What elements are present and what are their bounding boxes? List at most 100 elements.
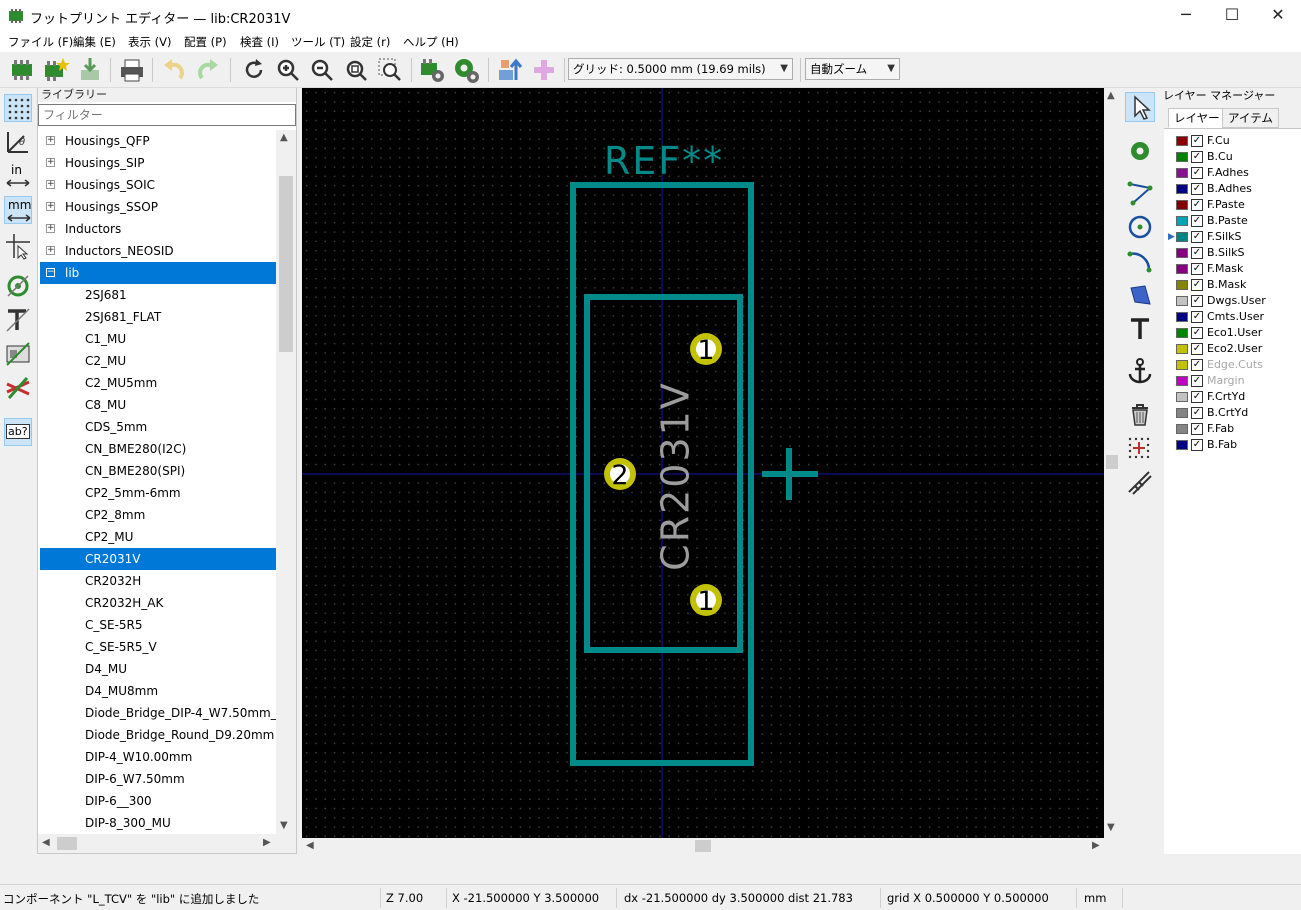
canvas-vscroll-thumb[interactable] xyxy=(1106,455,1118,469)
menu-place[interactable]: 配置 (P) xyxy=(184,33,227,51)
layer-color-swatch[interactable] xyxy=(1176,232,1188,242)
layer-visibility-checkbox[interactable]: ✓ xyxy=(1191,295,1203,307)
layer-color-swatch[interactable] xyxy=(1176,408,1188,418)
scroll-left-icon[interactable]: ◀ xyxy=(306,840,314,851)
layer-color-swatch[interactable] xyxy=(1176,424,1188,434)
library-scroll-thumb[interactable] xyxy=(279,176,293,352)
select-tool-button[interactable] xyxy=(1125,92,1155,122)
layer-visibility-checkbox[interactable]: ✓ xyxy=(1191,423,1203,435)
layer-color-swatch[interactable] xyxy=(1176,328,1188,338)
pad-2[interactable]: 2 xyxy=(604,458,636,491)
library-item[interactable]: + Housings_SSOP xyxy=(40,196,276,218)
layer-visibility-checkbox[interactable]: ✓ xyxy=(1191,407,1203,419)
redraw-button[interactable] xyxy=(240,56,268,84)
zoom-selection-button[interactable] xyxy=(376,56,404,84)
close-button[interactable]: ✕ xyxy=(1255,0,1301,32)
footprint-item[interactable]: D4_MU8mm xyxy=(40,680,276,702)
scroll-up-icon[interactable]: ▲ xyxy=(280,132,288,143)
menu-edit[interactable]: 編集 (E) xyxy=(73,33,116,51)
value-text[interactable]: CR2031V xyxy=(654,381,698,571)
add-polygon-button[interactable] xyxy=(1125,280,1155,310)
footprint-item[interactable]: CN_BME280(I2C) xyxy=(40,438,276,460)
measure-tool-button[interactable] xyxy=(1125,468,1155,498)
pad-settings-button[interactable] xyxy=(452,56,480,84)
tab-items[interactable]: アイテム xyxy=(1222,108,1279,128)
units-mm-button[interactable]: mm xyxy=(4,196,32,224)
footprint-item[interactable]: C1_MU xyxy=(40,328,276,350)
library-filter-input[interactable] xyxy=(38,104,296,126)
scroll-down-icon[interactable]: ▼ xyxy=(280,820,288,831)
footprint-item[interactable]: DIP-4_W10.00mm xyxy=(40,746,276,768)
layer-visibility-checkbox[interactable]: ✓ xyxy=(1191,231,1203,243)
add-line-button[interactable] xyxy=(1125,178,1155,208)
footprint-item[interactable]: DIP-6_W7.50mm xyxy=(40,768,276,790)
minimize-button[interactable]: ─ xyxy=(1163,0,1209,32)
import-footprint-button[interactable] xyxy=(76,56,104,84)
place-anchor-button[interactable] xyxy=(1125,356,1155,386)
scroll-right-icon[interactable]: ▶ xyxy=(1092,840,1100,851)
tab-layers[interactable]: レイヤー xyxy=(1168,108,1226,128)
layer-visibility-checkbox[interactable]: ✓ xyxy=(1191,247,1203,259)
wizard-footprint-button[interactable] xyxy=(42,56,70,84)
footprint-item[interactable]: C_SE-5R5_V xyxy=(40,636,276,658)
layer-visibility-checkbox[interactable]: ✓ xyxy=(1191,279,1203,291)
layer-color-swatch[interactable] xyxy=(1176,248,1188,258)
add-text-button[interactable] xyxy=(1125,314,1155,344)
footprint-item[interactable]: C_SE-5R5 xyxy=(40,614,276,636)
menu-preferences[interactable]: 設定 (r) xyxy=(350,33,390,51)
grid-toggle-button[interactable] xyxy=(4,94,32,122)
layer-visibility-checkbox[interactable]: ✓ xyxy=(1191,199,1203,211)
menu-tools[interactable]: ツール (T) xyxy=(291,33,345,51)
layer-color-swatch[interactable] xyxy=(1176,264,1188,274)
layer-visibility-checkbox[interactable]: ✓ xyxy=(1191,359,1203,371)
footprint-item[interactable]: DIP-6__300 xyxy=(40,790,276,812)
layer-visibility-checkbox[interactable]: ✓ xyxy=(1191,375,1203,387)
grid-select[interactable]: グリッド: 0.5000 mm (19.69 mils) ▼ xyxy=(568,58,793,80)
layer-color-swatch[interactable] xyxy=(1176,184,1188,194)
layer-color-swatch[interactable] xyxy=(1176,360,1188,370)
layer-visibility-checkbox[interactable]: ✓ xyxy=(1191,311,1203,323)
layer-color-swatch[interactable] xyxy=(1176,312,1188,322)
layer-color-swatch[interactable] xyxy=(1176,216,1188,226)
footprint-item[interactable]: Diode_Bridge_DIP-4_W7.50mm_P5.00 xyxy=(40,702,276,724)
library-item[interactable]: + Inductors xyxy=(40,218,276,240)
layer-color-swatch[interactable] xyxy=(1176,376,1188,386)
layer-visibility-checkbox[interactable]: ✓ xyxy=(1191,135,1203,147)
layer-visibility-checkbox[interactable]: ✓ xyxy=(1191,391,1203,403)
high-contrast-button[interactable] xyxy=(4,374,32,402)
scroll-down-icon[interactable]: ▼ xyxy=(1107,822,1115,833)
units-inches-button[interactable]: in xyxy=(4,162,32,190)
new-footprint-button[interactable] xyxy=(8,56,36,84)
zoom-in-button[interactable] xyxy=(274,56,302,84)
footprint-item[interactable]: C2_MU xyxy=(40,350,276,372)
zoom-select[interactable]: 自動ズーム ▼ xyxy=(805,58,900,80)
redo-button[interactable] xyxy=(194,56,222,84)
footprint-item[interactable]: CR2032H xyxy=(40,570,276,592)
layer-color-swatch[interactable] xyxy=(1176,136,1188,146)
library-item[interactable]: + Housings_SIP xyxy=(40,152,276,174)
layer-visibility-checkbox[interactable]: ✓ xyxy=(1191,439,1203,451)
menu-inspect[interactable]: 検査 (I) xyxy=(240,33,279,51)
layer-visibility-checkbox[interactable]: ✓ xyxy=(1191,343,1203,355)
library-item[interactable]: + Inductors_NEOSID xyxy=(40,240,276,262)
insert-footprint-button[interactable] xyxy=(530,56,558,84)
grid-origin-button[interactable] xyxy=(1125,434,1155,464)
expand-icon[interactable]: + xyxy=(46,158,55,167)
scroll-left-icon[interactable]: ◀ xyxy=(42,837,50,848)
polar-coords-button[interactable]: θ xyxy=(4,128,32,156)
layer-color-swatch[interactable] xyxy=(1176,392,1188,402)
add-circle-button[interactable] xyxy=(1125,212,1155,242)
zoom-fit-button[interactable] xyxy=(342,56,370,84)
layer-visibility-checkbox[interactable]: ✓ xyxy=(1191,327,1203,339)
collapse-icon[interactable]: − xyxy=(46,268,55,277)
footprint-item[interactable]: 2SJ681_FLAT xyxy=(40,306,276,328)
footprint-item[interactable]: CDS_5mm xyxy=(40,416,276,438)
show-pads-sketch-button[interactable] xyxy=(4,272,32,300)
footprint-item[interactable]: CP2_8mm xyxy=(40,504,276,526)
show-pad-numbers-button[interactable]: ab? xyxy=(4,418,32,446)
pad-1-bottom[interactable]: 1 xyxy=(690,584,722,617)
footprint-item[interactable]: CP2_MU xyxy=(40,526,276,548)
footprint-item[interactable]: D4_MU xyxy=(40,658,276,680)
print-button[interactable] xyxy=(118,56,146,84)
footprint-item[interactable]: C2_MU5mm xyxy=(40,372,276,394)
